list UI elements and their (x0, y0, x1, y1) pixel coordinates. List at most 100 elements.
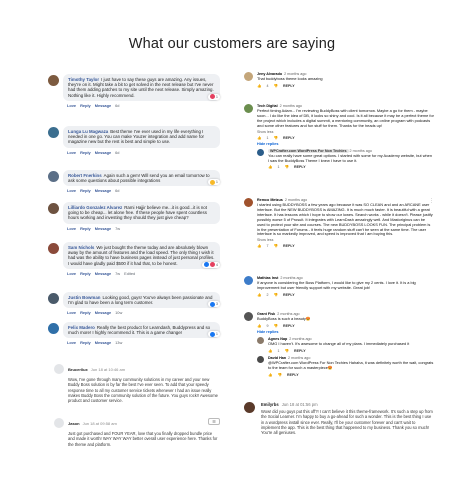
reaction-badge[interactable]: 1 (207, 179, 220, 186)
reply-button[interactable]: REPLY (294, 165, 306, 169)
comment-age: 6d (115, 188, 120, 194)
love-link[interactable]: Love (67, 188, 76, 193)
like-icon[interactable]: 👍 (257, 324, 261, 328)
like-icon[interactable]: 👍 (257, 293, 261, 297)
more-options-icon[interactable]: ⋮ (429, 198, 434, 204)
review-time: Jun 18 at 09:58 am (82, 420, 117, 426)
message-link[interactable]: Message (95, 150, 111, 155)
love-link[interactable]: Love (67, 340, 76, 345)
like-icon[interactable]: 👍 (268, 349, 272, 353)
reaction-badge[interactable]: 3 (207, 301, 220, 308)
reply-link[interactable]: Reply (80, 340, 91, 345)
like-reaction-icon (209, 301, 215, 307)
dislike-icon[interactable]: 👎 (273, 324, 277, 328)
dislike-icon[interactable]: 👎 (273, 293, 277, 297)
page-title: What our customers are saying (128, 36, 336, 52)
love-link[interactable]: Love (67, 271, 76, 276)
hide-replies-button[interactable]: Hide replies (257, 330, 434, 334)
reaction-count: 1 (215, 180, 218, 185)
like-icon[interactable]: 👍 (257, 244, 261, 248)
love-reaction-icon (209, 262, 215, 268)
love-link[interactable]: Love (67, 150, 76, 155)
like-count: 7 (266, 244, 269, 249)
comment: Lilliardo Gonzalez Alvarez Rami Hajjir be… (48, 202, 220, 231)
reply-link[interactable]: Reply (80, 271, 91, 276)
dislike-icon[interactable]: 👎 (273, 244, 277, 248)
comment: Justin Bowman Looking good, guys! You've … (48, 292, 220, 315)
message-link[interactable]: Message (95, 340, 111, 345)
dislike-icon[interactable]: 👎 (277, 373, 281, 377)
review: Jason Jun 18 at 09:58 am ☰ Just got purch… (54, 418, 220, 447)
review-time: Jun 18 at 10:46 am (90, 366, 126, 372)
reply: WPCrafter.com WordPress For Non Techies … (257, 148, 434, 170)
comment-text: I started using BUDDYBOSS a few years ag… (257, 202, 433, 237)
avatar[interactable] (257, 355, 264, 363)
reply-button[interactable]: REPLY (287, 373, 299, 377)
avatar[interactable] (244, 312, 253, 321)
avatar[interactable] (244, 104, 253, 113)
avatar[interactable] (48, 243, 59, 254)
like-icon[interactable]: 👍 (257, 84, 261, 88)
reply-link[interactable]: Reply (80, 310, 91, 315)
reply-button[interactable]: REPLY (283, 244, 295, 248)
avatar (54, 364, 64, 374)
avatar[interactable] (244, 72, 253, 81)
review: Emilyrbs Jun 18 at 01:56 pm Wow! did you … (244, 402, 434, 435)
message-link[interactable]: Message (95, 310, 111, 315)
reply-button[interactable]: REPLY (294, 349, 306, 353)
message-link[interactable]: Message (95, 103, 111, 108)
comment-age: 7w (115, 270, 121, 276)
like-count: 1 (266, 135, 269, 140)
reaction-badge[interactable]: 1 (207, 331, 220, 338)
reviewer-name: Jason (68, 420, 80, 426)
show-less-link[interactable]: Show less (257, 130, 434, 134)
message-link[interactable]: Message (95, 271, 111, 276)
dislike-icon[interactable]: 👎 (284, 165, 288, 169)
love-link[interactable]: Love (67, 226, 76, 231)
reaction-badge[interactable]: 4 (201, 261, 220, 268)
dislike-icon[interactable]: 👎 (273, 136, 277, 140)
like-icon[interactable]: 👍 (257, 136, 261, 140)
avatar[interactable] (244, 198, 253, 207)
avatar[interactable] (257, 148, 264, 156)
avatar[interactable] (48, 127, 59, 138)
reply-button[interactable]: REPLY (283, 84, 295, 88)
avatar (54, 418, 64, 428)
avatar[interactable] (244, 276, 253, 285)
dislike-icon[interactable]: 👎 (284, 349, 288, 353)
reply-link[interactable]: Reply (80, 103, 91, 108)
reply-button[interactable]: REPLY (283, 293, 295, 297)
message-link[interactable]: Message (95, 188, 111, 193)
comment-age: 13w (115, 340, 123, 346)
reaction-badge[interactable]: 1 (207, 93, 220, 100)
avatar[interactable] (48, 323, 59, 334)
avatar[interactable] (48, 293, 59, 304)
comment-text: OMG I haven't. It's awesome to change al… (268, 340, 410, 346)
avatar[interactable] (48, 203, 59, 214)
love-link[interactable]: Love (67, 103, 76, 108)
comment: Timothy Taylor I just have to say these g… (48, 74, 220, 108)
reply-button[interactable]: REPLY (283, 136, 295, 140)
like-count: 1 (277, 165, 280, 170)
message-link[interactable]: Message (95, 226, 111, 231)
review-text: Wow, I've gone through many community so… (68, 377, 218, 404)
show-less-link[interactable]: Show less (257, 238, 434, 242)
reply-link[interactable]: Reply (80, 150, 91, 155)
comment-text: Perfect timing Adam... I'm reviewing Bud… (257, 108, 434, 128)
avatar[interactable] (48, 171, 59, 182)
hide-replies-button[interactable]: Hide replies (257, 142, 434, 146)
love-link[interactable]: Love (67, 310, 76, 315)
avatar[interactable] (257, 336, 264, 344)
comment-age: 6d (115, 102, 120, 108)
like-icon[interactable]: 👍 (268, 165, 272, 169)
comment: Remco Metzus 2 months ago I started using… (244, 198, 434, 248)
reply-link[interactable]: Reply (80, 226, 91, 231)
love-reaction-icon (209, 94, 215, 100)
dislike-icon[interactable]: 👎 (273, 84, 277, 88)
like-icon[interactable]: ☰ (208, 418, 220, 425)
comment-text: If anyone is considering the Boss Platfo… (257, 280, 416, 290)
reply-button[interactable]: REPLY (283, 324, 295, 328)
reply-link[interactable]: Reply (80, 188, 91, 193)
like-icon[interactable]: 👍 (268, 373, 272, 377)
avatar[interactable] (48, 75, 59, 86)
